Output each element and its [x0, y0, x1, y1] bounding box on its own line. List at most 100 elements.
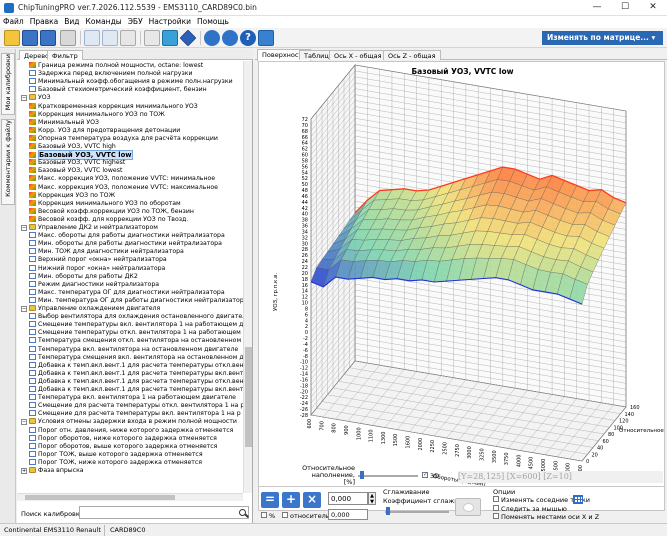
tab-my-calibrations[interactable]: Мои калибровки	[1, 53, 15, 115]
expand-toggle-icon[interactable]: +	[21, 468, 27, 474]
tree-item[interactable]: Макс. коррекция УОЗ, положение VVTC: мин…	[29, 175, 215, 183]
tree-item[interactable]: Порог оборотов, ниже которого задержка о…	[29, 434, 217, 443]
change-by-matrix-dropdown[interactable]: Изменять по матрице... ▾	[542, 31, 663, 45]
tree-item[interactable]: Порог оборотов, выше которого задержка о…	[29, 442, 217, 451]
info-icon[interactable]	[258, 30, 274, 46]
tree-item[interactable]: Порог ТОЖ, выше которого задержка отменя…	[29, 450, 203, 459]
scrollbar-thumb[interactable]	[25, 495, 175, 500]
tree-item[interactable]: Смещение температуры вкл. вентилятора 1 …	[29, 321, 243, 329]
tree-item[interactable]: Коррекция УОЗ по ТОЖ	[29, 191, 115, 200]
tree-item[interactable]: Минимальный УОЗ	[29, 118, 99, 127]
tree-item[interactable]: Минимальный коэфф.обогащения в режиме по…	[29, 78, 233, 86]
relative-value-input[interactable]: 0,000	[328, 509, 368, 520]
smoothing-slider-thumb[interactable]	[386, 507, 390, 515]
relative-checkbox[interactable]	[282, 512, 288, 518]
save-as-icon[interactable]	[40, 30, 56, 46]
navigate-icon[interactable]	[162, 30, 178, 46]
tree-item[interactable]: Добавка к темп.вкл.вент.1 для расчета те…	[29, 386, 243, 394]
expand-toggle-icon[interactable]: −	[21, 419, 27, 426]
tree-item[interactable]: Температура вкл. вентилятора на остановл…	[29, 345, 238, 354]
tree-horizontal-scrollbar[interactable]	[17, 493, 243, 501]
smoothing-slider[interactable]	[385, 511, 449, 513]
tree-folder[interactable]: + Фаза впрыска	[21, 467, 84, 475]
maximize-button[interactable]: ☐	[611, 0, 639, 16]
percent-checkbox[interactable]	[261, 512, 267, 518]
tab-file-comments[interactable]: Комментарии к файлу	[1, 119, 15, 205]
scrollbar-thumb[interactable]	[245, 347, 252, 447]
tree-item[interactable]: Базовый УОЗ, VVTC low	[29, 150, 133, 161]
tree-item[interactable]: Кратковременная коррекция минимального У…	[29, 102, 198, 111]
tree-item[interactable]: Макс. коррекция УОЗ, положение VVTC: мак…	[29, 183, 218, 192]
tree-item[interactable]: Весовой коэфф. для коррекции УОЗ по Твоз…	[29, 215, 188, 224]
close-button[interactable]: ✕	[639, 0, 667, 16]
save-icon[interactable]	[22, 30, 38, 46]
copy-icon[interactable]	[84, 30, 100, 46]
rel-fill-slider[interactable]	[358, 475, 418, 477]
tree-item[interactable]: Мин. обороты для работы ДК2	[29, 272, 138, 281]
tree-vertical-scrollbar[interactable]	[243, 61, 252, 493]
tree-item[interactable]: Смещение температуры откл. вентилятора 1…	[29, 329, 243, 337]
tree-item[interactable]: Температура смещения вкл. вентилятора на…	[29, 353, 243, 362]
menu-file[interactable]: Файл	[0, 16, 27, 28]
grid-icon[interactable]	[573, 495, 583, 504]
tree-item[interactable]: Граница режима полной мощности, octane: …	[29, 62, 203, 70]
edit-icon[interactable]	[120, 30, 136, 46]
follow-mouse-checkbox[interactable]	[493, 505, 499, 511]
smooth-apply-button[interactable]	[455, 498, 481, 516]
surface-plot-area[interactable]: Базовый УОЗ, VVTC low -28 -26 -24 -22 -20 -18…	[258, 61, 665, 511]
menu-settings[interactable]: Настройки	[146, 16, 194, 28]
tree-folder[interactable]: − УОЗ	[21, 94, 51, 102]
tree-item[interactable]: Порог ТОЖ, ниже которого задержка отменя…	[29, 458, 202, 467]
menu-edit[interactable]: Правка	[27, 16, 62, 28]
tree-item[interactable]: Мин. температура ОГ для работы диагности…	[29, 296, 243, 305]
tree-item[interactable]: Опорная температура воздуха для расчёта …	[29, 134, 218, 143]
paste-icon[interactable]	[102, 30, 118, 46]
tree-item[interactable]: Выбор вентилятора для охлаждения останов…	[29, 313, 243, 321]
search-icon[interactable]	[239, 509, 246, 516]
three-d-checkbox[interactable]	[422, 471, 428, 478]
menu-ecu[interactable]: ЭБУ	[125, 16, 146, 28]
tree-item[interactable]: Добавка к темп.вкл.вент.1 для расчета те…	[29, 377, 243, 386]
tree-item[interactable]: Коррекция минимального УОЗ по ТОЖ	[29, 110, 165, 119]
tree-item[interactable]: Добавка к темп.вкл.вент.1 для расчета те…	[29, 361, 243, 370]
value-stepper[interactable]: ▲ ▼	[368, 492, 376, 505]
tree-item[interactable]: Весовой коэфф.коррекции УОЗ по ТОЖ, бенз…	[29, 207, 194, 216]
tree-item[interactable]: Корр. УОЗ для предотвращения детонации	[29, 126, 180, 135]
change-neighbors-checkbox[interactable]	[493, 496, 499, 502]
tab-x-axis-common[interactable]: Ось X - общая	[329, 50, 387, 60]
search-input[interactable]	[79, 506, 249, 519]
multiply-value-button[interactable]: ×	[303, 492, 321, 508]
tree-item[interactable]: Смещение для расчета температуры откл. в…	[29, 402, 243, 410]
menu-help[interactable]: Помощь	[194, 16, 232, 28]
tree-item[interactable]: Добавка к темп.вкл.вент.1 для расчета те…	[29, 369, 243, 378]
zoom-icon[interactable]	[222, 30, 238, 46]
tree-item[interactable]: Базовый стехиометрический коэффициент, б…	[29, 86, 207, 94]
tree-item[interactable]: Задержка перед включением полной нагрузк…	[29, 70, 193, 78]
tree-item[interactable]: Температура вкл. вентилятора 1 на работа…	[29, 394, 236, 402]
surface-plot[interactable]: -28-26-24-22-20-18-16-14-12-10-8-6-4-202…	[259, 62, 664, 510]
tree-item[interactable]: Режим диагностики нейтрализатора	[29, 280, 159, 289]
tree-item[interactable]: Порог отн. давления, ниже которого задер…	[29, 426, 233, 435]
add-value-button[interactable]: +	[282, 492, 300, 508]
expand-toggle-icon[interactable]: −	[21, 306, 27, 312]
tree-folder[interactable]: − Управление ДК2 и нейтрализатором	[21, 224, 158, 232]
tree-folder[interactable]: − Условия отмены задержки входа в режим п…	[21, 418, 237, 426]
undo-icon[interactable]	[144, 30, 160, 46]
open-folder-icon[interactable]	[4, 30, 20, 46]
tree-item[interactable]: Мин. обороты для работы диагностики нейт…	[29, 240, 222, 248]
value-input[interactable]: 0,000	[328, 492, 368, 505]
tab-filter[interactable]: Фильтр	[47, 50, 83, 60]
tree-folder[interactable]: − Управление охлаждением двигателя	[21, 305, 160, 313]
tree-item[interactable]: Температура смещения откл. вентилятора н…	[29, 337, 243, 345]
minimize-button[interactable]: —	[583, 0, 611, 16]
tree-item[interactable]: Коррекция минимального УОЗ по оборотам	[29, 199, 181, 208]
diamond-icon[interactable]	[179, 29, 197, 47]
expand-toggle-icon[interactable]: −	[21, 225, 27, 231]
tree-item[interactable]: Нижний порог «окна» нейтрализатора	[29, 264, 165, 273]
print-icon[interactable]	[60, 30, 76, 46]
tree-item[interactable]: Макс. обороты для работы диагностики ней…	[29, 232, 225, 240]
rel-fill-slider-thumb[interactable]	[360, 471, 364, 479]
swap-xz-checkbox[interactable]	[493, 513, 499, 519]
tree-item[interactable]: Базовый УОЗ, VVTC lowest	[29, 167, 122, 175]
tab-z-axis-common[interactable]: Ось Z - общая	[383, 50, 441, 60]
